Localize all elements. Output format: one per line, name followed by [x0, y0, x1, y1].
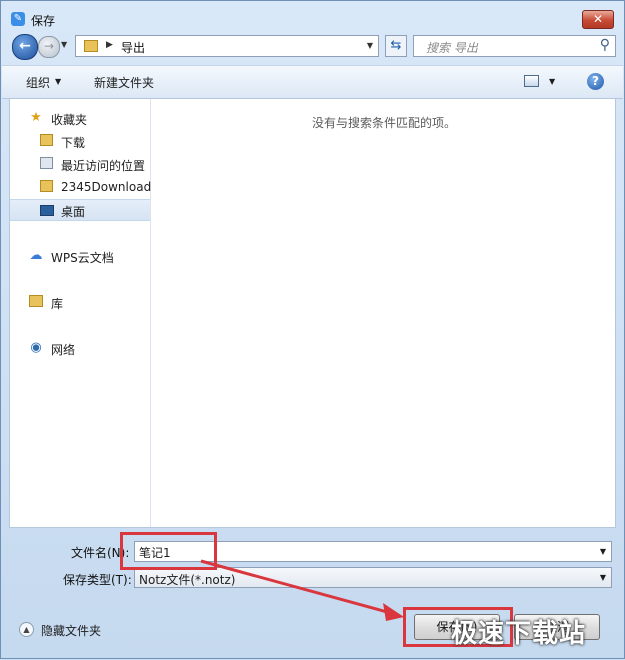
arrow-shaft — [200, 559, 392, 615]
save-dialog: ✎ 保存 ✕ ← → ▼ ▶ 导出 ▼ ⇆ 搜索 导出 ⚲ 组织 ▼ 新建文件夹… — [0, 0, 625, 659]
annotation-arrow — [200, 559, 404, 621]
arrow-head — [383, 603, 404, 621]
watermark-text: 极速下载站 — [451, 619, 587, 649]
